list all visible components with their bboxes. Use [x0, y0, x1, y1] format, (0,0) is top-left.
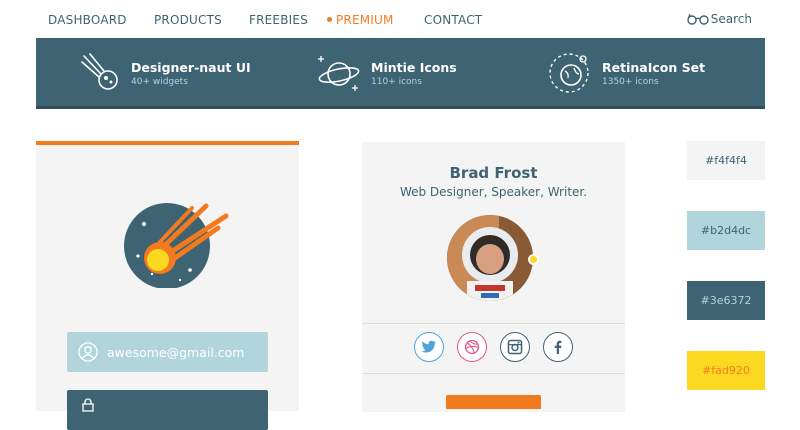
- online-status-dot: [528, 254, 539, 265]
- divider: [362, 373, 625, 374]
- facebook-button[interactable]: [543, 332, 573, 362]
- active-indicator-dot: [327, 17, 332, 22]
- user-icon: [78, 342, 98, 362]
- swatch-label: #f4f4f4: [705, 154, 747, 167]
- avatar-photo: [447, 215, 533, 301]
- avatar[interactable]: [447, 215, 533, 301]
- lock-icon: [82, 398, 94, 412]
- search-link[interactable]: Search: [711, 12, 752, 26]
- banner-item-title: RetinaIcon Set: [602, 60, 706, 75]
- instagram-button[interactable]: [500, 332, 530, 362]
- comet-illustration-icon: [124, 203, 229, 288]
- swatch-yellow[interactable]: #fad920: [687, 351, 765, 390]
- divider: [362, 323, 625, 324]
- profile-role: Web Designer, Speaker, Writer.: [399, 185, 588, 199]
- login-card: awesome@gmail.com: [36, 141, 299, 430]
- twitter-icon: [421, 340, 436, 353]
- globe-orbit-icon: [549, 53, 589, 93]
- nav-contact[interactable]: CONTACT: [424, 13, 482, 27]
- nav-products[interactable]: PRODUCTS: [154, 13, 222, 27]
- banner-item-title: Designer-naut UI: [131, 60, 251, 75]
- planet-icon: [318, 56, 360, 91]
- facebook-icon: [554, 340, 562, 354]
- swatch-light-gray[interactable]: #f4f4f4: [687, 141, 765, 180]
- swatch-slate-blue[interactable]: #3e6372: [687, 281, 765, 320]
- nav-dashboard[interactable]: DASHBOARD: [48, 13, 127, 27]
- swatch-label: #fad920: [702, 364, 750, 377]
- email-field[interactable]: awesome@gmail.com: [67, 332, 268, 372]
- profile-card: Brad Frost Web Designer, Speaker, Writer…: [362, 142, 625, 412]
- top-nav: DASHBOARD PRODUCTS FREEBIES PREMIUM CONT…: [0, 0, 800, 38]
- email-value: awesome@gmail.com: [107, 345, 245, 360]
- nav-premium[interactable]: PREMIUM: [336, 13, 394, 27]
- follow-button[interactable]: [446, 395, 541, 409]
- swatch-sky-blue[interactable]: #b2d4dc: [687, 211, 765, 250]
- banner-item-subtitle: 110+ icons: [371, 77, 422, 87]
- twitter-button[interactable]: [414, 332, 444, 362]
- banner-item-subtitle: 1350+ icons: [602, 77, 659, 87]
- dribbble-icon: [464, 339, 480, 355]
- glasses-icon[interactable]: [687, 12, 709, 26]
- dribbble-button[interactable]: [457, 332, 487, 362]
- banner-item-subtitle: 40+ widgets: [131, 77, 188, 87]
- comet-icon: [81, 53, 118, 90]
- swatch-label: #b2d4dc: [700, 224, 752, 237]
- profile-name: Brad Frost: [449, 164, 538, 182]
- banner-item-title: Mintie Icons: [371, 60, 457, 75]
- password-field[interactable]: [67, 390, 268, 430]
- swatch-label: #3e6372: [700, 294, 752, 307]
- nav-freebies[interactable]: FREEBIES: [249, 13, 308, 27]
- instagram-icon: [507, 339, 523, 355]
- product-banner: Designer-naut UI 40+ widgets Mintie Icon…: [36, 38, 765, 109]
